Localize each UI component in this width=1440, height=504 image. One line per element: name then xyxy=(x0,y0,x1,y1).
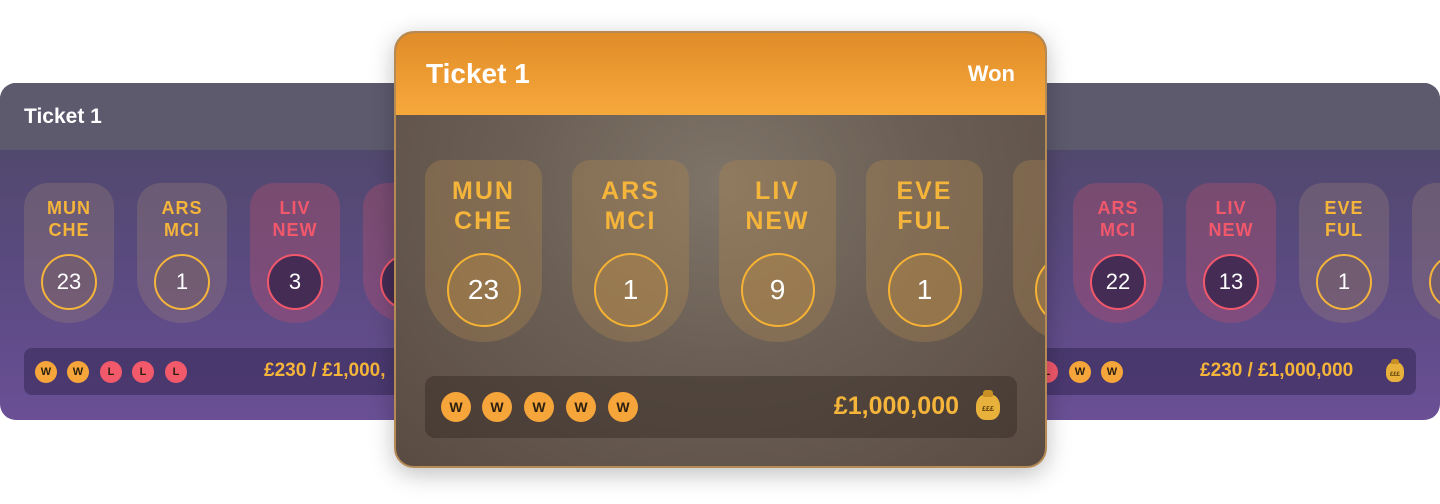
result-dot-loss: L xyxy=(165,361,187,383)
match-card[interactable]: LIV NEW 13 xyxy=(1186,183,1276,323)
match-teams: EVE FUL xyxy=(1324,198,1364,240)
result-dot-win: W xyxy=(1101,361,1123,383)
result-dot-win: W xyxy=(1069,361,1091,383)
match-score xyxy=(1034,253,1045,327)
ticket-status: Won xyxy=(967,61,1015,86)
ticket-header xyxy=(1000,83,1440,150)
match-card[interactable]: LIV NEW 9 xyxy=(719,160,836,342)
match-score: 9 xyxy=(740,253,815,327)
ticket-card-right[interactable]: ARSMCI 22 LIVNEW 13 EVEFUL 1 LO L W W £2… xyxy=(1000,83,1440,420)
result-dot-win: W xyxy=(441,392,471,422)
prize-text: £230 / £1,000, xyxy=(264,360,386,381)
result-dot-win: W xyxy=(482,392,512,422)
match-teams: LO xyxy=(1412,197,1440,241)
match-score: 23 xyxy=(446,253,521,327)
result-dot-win: W xyxy=(566,392,596,422)
match-score: 1 xyxy=(154,254,210,310)
match-card[interactable]: MUN CHE 23 xyxy=(24,183,114,323)
ticket-title: Ticket 1 xyxy=(24,104,102,128)
result-dot-win: W xyxy=(608,392,638,422)
result-dot-win: W xyxy=(35,361,57,383)
ticket-card-left[interactable]: Ticket 1 MUNCHE 23 ARSMCI 1 LIVNEW 3 EF … xyxy=(0,83,440,420)
match-teams: LIV NEW xyxy=(745,177,810,235)
match-score: 1 xyxy=(593,253,668,327)
match-teams: LIV NEW xyxy=(1208,198,1254,240)
match-teams: LO xyxy=(1013,176,1045,236)
result-dot-win: W xyxy=(67,361,89,383)
prize-text: £230 / £1,000,000 xyxy=(1200,360,1354,381)
match-teams: MUN CHE xyxy=(47,198,91,240)
ticket-header: Ticket 1 xyxy=(0,83,440,150)
match-card[interactable]: LIV NEW 3 xyxy=(250,183,340,323)
ticket-header: Ticket 1 Won xyxy=(396,33,1045,115)
match-score: 3 xyxy=(267,254,323,310)
match-score: 1 xyxy=(887,253,962,327)
match-card[interactable]: ARS MCI 22 xyxy=(1073,183,1163,323)
money-bag-icon: £££ xyxy=(976,390,1000,420)
match-teams: ARS MCI xyxy=(161,198,203,240)
ticket-footer: L W W £230 / £1,000,000 £££ xyxy=(1024,348,1416,395)
match-score xyxy=(1429,254,1440,310)
match-teams: MUN CHE xyxy=(452,177,515,235)
match-teams: LIV NEW xyxy=(272,198,318,240)
match-card[interactable]: EVE FUL 1 xyxy=(866,160,983,342)
match-teams: ARS MCI xyxy=(1097,198,1139,240)
money-bag-icon: £££ xyxy=(1386,359,1404,382)
match-card[interactable]: MUN CHE 23 xyxy=(425,160,542,342)
match-score: 22 xyxy=(1090,254,1146,310)
ticket-footer: W W W W W £1,000,000 £££ xyxy=(425,376,1017,438)
match-card[interactable]: EVE FUL 1 xyxy=(1299,183,1389,323)
bag-label: £££ xyxy=(1389,371,1400,378)
ticket-footer: W W L L L £230 / £1,000, xyxy=(24,348,416,395)
match-card[interactable]: ARS MCI 1 xyxy=(572,160,689,342)
match-score: 23 xyxy=(41,254,97,310)
result-dot-loss: L xyxy=(132,361,154,383)
match-teams: ARS MCI xyxy=(601,177,660,235)
match-card[interactable]: LO xyxy=(1013,160,1045,342)
match-score: 13 xyxy=(1203,254,1259,310)
result-dot-loss: L xyxy=(100,361,122,383)
match-teams: EVE FUL xyxy=(896,177,953,235)
ticket-card-main[interactable]: Ticket 1 Won MUN CHE 23 ARS MCI 1 LIV NEW 9… xyxy=(394,31,1047,468)
match-card[interactable]: ARS MCI 1 xyxy=(137,183,227,323)
ticket-title: Ticket 1 xyxy=(426,58,530,89)
match-score: 1 xyxy=(1316,254,1372,310)
match-card[interactable]: LO xyxy=(1412,183,1440,323)
result-dot-win: W xyxy=(524,392,554,422)
prize-text: £1,000,000 xyxy=(833,392,959,420)
bag-label: £££ xyxy=(982,406,994,413)
